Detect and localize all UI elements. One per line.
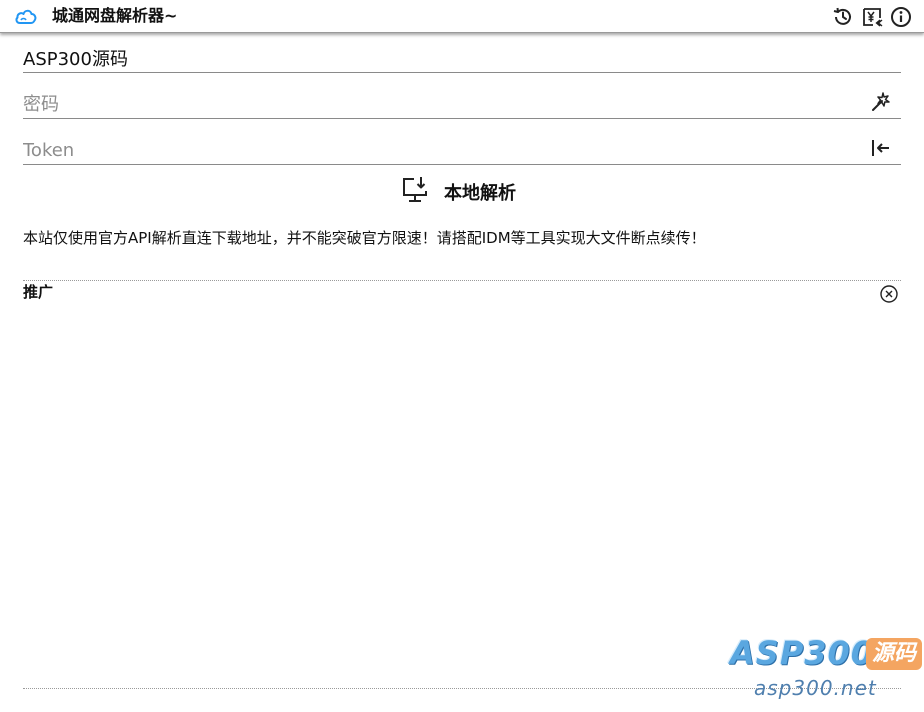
app-title: 城通网盘解析器~ <box>52 6 178 25</box>
watermark-main: ASP300 <box>730 634 875 672</box>
magic-wand-icon[interactable] <box>869 90 893 114</box>
close-circle-icon[interactable] <box>879 284 899 304</box>
notice-text: 本站仅使用官方API解析直连下载地址，并不能突破官方限速！请搭配IDM等工具实现… <box>23 229 706 247</box>
cloud-logo-icon <box>14 6 38 26</box>
login-icon[interactable] <box>869 136 893 160</box>
yen-icon[interactable] <box>860 5 883 28</box>
promo-divider-top <box>23 280 901 281</box>
watermark: ASP300 源码 asp300.net <box>726 634 924 708</box>
promo-title: 推广 <box>23 283 54 301</box>
url-input[interactable] <box>23 46 853 70</box>
watermark-url: asp300.net <box>754 676 877 700</box>
local-parse-button[interactable]: 本地解析 <box>400 176 516 208</box>
password-field-container <box>23 86 901 119</box>
top-app-bar: 城通网盘解析器~ <box>0 0 924 33</box>
watermark-badge: 源码 <box>866 638 922 670</box>
history-icon[interactable] <box>831 5 854 28</box>
token-input[interactable] <box>23 138 853 162</box>
download-monitor-icon <box>400 175 430 209</box>
local-parse-label: 本地解析 <box>444 183 516 204</box>
password-input[interactable] <box>23 92 853 116</box>
token-field-container <box>23 132 901 165</box>
url-field-container <box>23 40 901 73</box>
top-actions <box>831 5 912 28</box>
info-icon[interactable] <box>889 5 912 28</box>
page: 城通网盘解析器~ ASP300源码 密码 Token 本地解析 本站仅使用官方A… <box>0 0 924 712</box>
